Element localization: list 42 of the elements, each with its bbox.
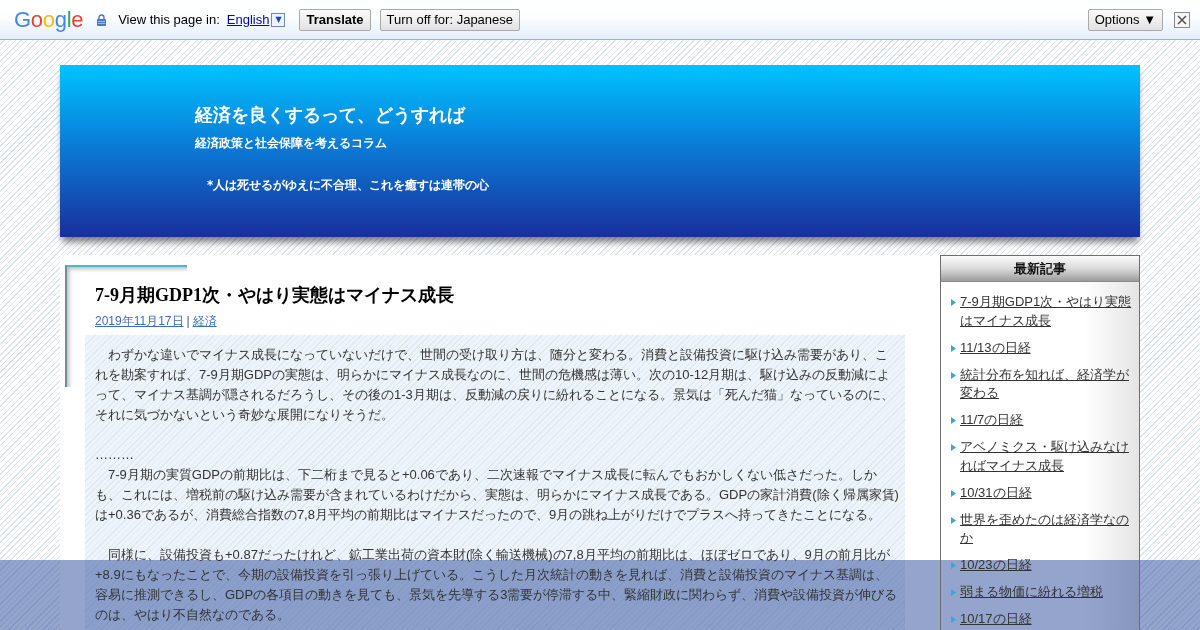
recent-post-link[interactable]: 11/7の日経 — [960, 411, 1024, 430]
triangle-bullet-icon — [951, 371, 956, 379]
language-dropdown[interactable]: ▼ — [271, 12, 286, 27]
triangle-bullet-icon — [951, 489, 956, 497]
recent-post-link[interactable]: 11/13の日経 — [960, 338, 1031, 357]
padlock-icon — [97, 13, 107, 26]
triangle-bullet-icon — [951, 344, 956, 352]
blog-subtitle: 経済政策と社会保障を考えるコラム — [195, 135, 387, 151]
recent-post-link[interactable]: 統計分布を知れば、経済学が変わる — [960, 365, 1132, 403]
recent-post-link[interactable]: 世界を歪めたのは経済学なのか — [960, 510, 1132, 548]
paragraph: 同様に、設備投資も+0.87だったけれど、鉱工業出荷の資本財(除く輸送機械)の7,8月平均の前期比は、ほぼゼロであり、9月の前月比が+8.9にもなったことで、今期の設備投資を引っ張り上げている。こうした月次統計の動きを見れば、消費と設備投資のマイナス基調は、容易に推測できるし、GDPの各項目の動きを見ても、景気を先導する3需要が停滞する中、緊縮財政に関わらず、消費や設備投資が伸びるのは、やはり不自然なのである。 — [95, 546, 899, 624]
view-page-label: View this page in: — [118, 12, 220, 27]
blog-tagline: *人は死せるがゆえに不合理、これを癒すは連帯の心 — [207, 177, 490, 193]
sidebar-heading: 最新記事 — [941, 256, 1139, 282]
article-title: 7-9月期GDP1次・やはり実態はマイナス成長 — [95, 284, 454, 307]
recent-post-link[interactable]: 7-9月期GDP1次・やはり実態はマイナス成長 — [960, 293, 1132, 330]
ellipsis-text: ……… — [95, 446, 134, 464]
recent-post-link[interactable]: アベノミクス・駆け込みなければマイナス成長 — [960, 438, 1132, 475]
turn-off-button[interactable]: Turn off for: Japanese — [379, 8, 521, 31]
language-link[interactable]: English — [226, 12, 270, 27]
triangle-bullet-icon — [951, 417, 956, 424]
triangle-bullet-icon — [951, 299, 956, 306]
translate-button[interactable]: Translate — [299, 8, 371, 31]
recent-post-link[interactable]: 10/31の日経 — [960, 483, 1032, 502]
category-link[interactable]: 経済 — [192, 313, 217, 329]
google-logo: Google — [14, 7, 84, 32]
triangle-bullet-icon — [951, 589, 956, 596]
triangle-bullet-icon — [951, 516, 956, 524]
separator-text: | — [186, 313, 190, 329]
triangle-bullet-icon — [951, 562, 956, 569]
recent-post-link[interactable]: 弱まる物価に紛れる増税 — [960, 583, 1103, 602]
paragraph: わずかな違いでマイナス成長になっていないだけで、世間の受け取り方は、随分と変わる。消費と設備投資に駆け込み需要があり、これを勘案すれば、7-9月期GDPの実態は、明らかにマイナス成長なのに、世間の危機感は薄い。次の10-12月期は、駆け込みの反動減によって、マイナス基調が隠されるだろうし、その後の1-3月期は、反動減の戻りに紛れることになる。景気は「死んだ猫」なっているのに、それに気づかないという奇妙な展開になりそうだ。 — [95, 346, 895, 424]
options-button[interactable]: Options ▼ — [1087, 8, 1163, 31]
date-link[interactable]: 2019年11月17日 — [95, 313, 184, 329]
close-icon — [1177, 14, 1187, 25]
blog-title: 経済を良くするって、どうすれば — [195, 103, 465, 127]
recent-post-link[interactable]: 10/17の日経 — [960, 610, 1032, 629]
triangle-bullet-icon — [951, 444, 956, 451]
recent-post-link[interactable]: 10/23の日経 — [960, 556, 1032, 575]
close-button[interactable] — [1174, 11, 1190, 28]
paragraph: 7-9月期の実質GDPの前期比は、下二桁まで見ると+0.06であり、二次速報でマイナス成長に転んでもおかしくない低さだった。しかも、これには、増税前の駆け込み需要が含まれているわけだから、実態は、明らかにマイナス成長である。GDPの家計消費(除く帰属家賃)は+0.36であるが、消費総合指数の7,8月平均の前期比はマイナスだったので、9月の跳ね上がりだけでプラスへ持ってきたことになる。 — [95, 466, 900, 524]
triangle-bullet-icon — [951, 616, 956, 623]
